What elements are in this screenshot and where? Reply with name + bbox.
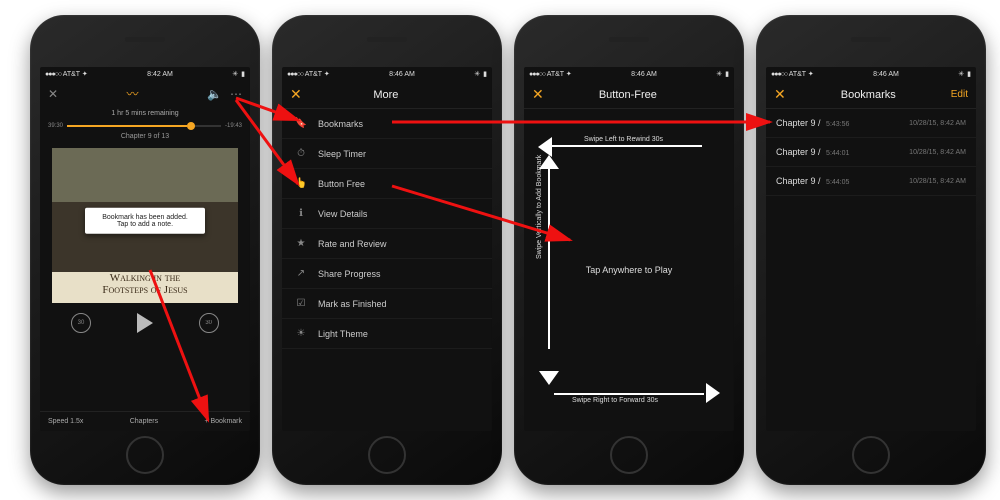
arrow-down-icon	[539, 371, 559, 385]
gesture-area[interactable]: Tap Anywhere to Play Swipe Left to Rewin…	[524, 109, 734, 431]
bookmark-icon: 🔖	[294, 118, 308, 129]
info-icon: ℹ	[294, 208, 308, 219]
remaining-time: -19:43	[225, 123, 242, 129]
menu-item-light-theme[interactable]: ☀ Light Theme	[282, 319, 492, 349]
edit-button[interactable]: Edit	[951, 89, 968, 100]
status-bar: ●●●○○ AT&T ✦ 8:46 AM ✳▮	[282, 67, 492, 81]
close-icon[interactable]: ✕	[774, 86, 786, 103]
chapter-label: Chapter 9 of 13	[40, 131, 250, 142]
more-icon[interactable]: ⋯	[230, 87, 242, 101]
back-30-button[interactable]: 30	[71, 313, 91, 333]
menu-item-mark-finished[interactable]: ☑ Mark as Finished	[282, 289, 492, 319]
screen-player: ●●●○○ AT&T ✦ 8:42 AM ✳▮ ✕ 〰 🔈 ⋯ 1 hr 5 m…	[40, 67, 250, 431]
swipe-left-label: Swipe Left to Rewind 30s	[584, 136, 663, 143]
tap-hint: Tap Anywhere to Play	[586, 265, 673, 275]
screen-button-free: ●●●○○ AT&T ✦ 8:46 AM ✳▮ ✕ Button-Free Ta…	[524, 67, 734, 431]
bookmark-toast[interactable]: Bookmark has been added. Tap to add a no…	[85, 207, 205, 233]
swipe-vertical-label: Swipe Vertically to Add Bookmark	[536, 155, 543, 259]
play-button[interactable]	[137, 313, 153, 333]
menu-item-button-free[interactable]: 👆 Button Free	[282, 169, 492, 199]
volume-icon[interactable]: 🔈	[207, 87, 222, 101]
timer-icon: ⏱	[294, 148, 308, 159]
chapters-button[interactable]: Chapters	[130, 418, 158, 425]
elapsed-time: 39:30	[48, 123, 63, 129]
forward-30-button[interactable]: 30	[199, 313, 219, 333]
touch-icon: 👆	[294, 178, 308, 189]
menu-item-sleep-timer[interactable]: ⏱ Sleep Timer	[282, 139, 492, 169]
close-icon[interactable]: ✕	[48, 87, 58, 101]
page-title: More	[302, 89, 470, 101]
bookmark-row[interactable]: Chapter 9 / 5:43:56 10/28/15, 8:42 AM	[766, 109, 976, 138]
status-bar: ●●●○○ AT&T ✦ 8:46 AM ✳▮	[524, 67, 734, 81]
menu-item-share-progress[interactable]: ↗ Share Progress	[282, 259, 492, 289]
status-bar: ●●●○○ AT&T ✦ 8:46 AM ✳▮	[766, 67, 976, 81]
phone-more-menu: ●●●○○ AT&T ✦ 8:46 AM ✳▮ ✕ More 🔖 Bookmar…	[272, 15, 502, 485]
time-remaining: 1 hr 5 mins remaining	[40, 110, 250, 117]
page-title: Bookmarks	[786, 89, 951, 101]
progress-slider[interactable]	[67, 125, 221, 127]
bookmark-row[interactable]: Chapter 9 / 5:44:05 10/28/15, 8:42 AM	[766, 167, 976, 196]
clock: 8:46 AM	[873, 71, 899, 78]
swipe-right-label: Swipe Right to Forward 30s	[572, 397, 658, 404]
screen-more: ●●●○○ AT&T ✦ 8:46 AM ✳▮ ✕ More 🔖 Bookmar…	[282, 67, 492, 431]
arrow-right-icon	[706, 383, 720, 403]
clock: 8:42 AM	[147, 71, 173, 78]
speed-button[interactable]: Speed 1.5x	[48, 418, 83, 425]
phone-player: ●●●○○ AT&T ✦ 8:42 AM ✳▮ ✕ 〰 🔈 ⋯ 1 hr 5 m…	[30, 15, 260, 485]
star-icon: ★	[294, 238, 308, 249]
close-icon[interactable]: ✕	[532, 86, 544, 103]
check-icon: ☑	[294, 298, 308, 309]
cover-art: Walking in the Footsteps of Jesus Bookma…	[52, 148, 238, 303]
close-icon[interactable]: ✕	[290, 86, 302, 103]
clock: 8:46 AM	[631, 71, 657, 78]
status-bar: ●●●○○ AT&T ✦ 8:42 AM ✳▮	[40, 67, 250, 81]
audible-logo-icon: 〰	[127, 85, 139, 102]
menu-item-bookmarks[interactable]: 🔖 Bookmarks	[282, 109, 492, 139]
sun-icon: ☀	[294, 328, 308, 339]
menu-item-view-details[interactable]: ℹ View Details	[282, 199, 492, 229]
screen-bookmarks: ●●●○○ AT&T ✦ 8:46 AM ✳▮ ✕ Bookmarks Edit…	[766, 67, 976, 431]
menu-item-rate-review[interactable]: ★ Rate and Review	[282, 229, 492, 259]
bookmark-row[interactable]: Chapter 9 / 5:44:01 10/28/15, 8:42 AM	[766, 138, 976, 167]
share-icon: ↗	[294, 268, 308, 279]
phone-button-free: ●●●○○ AT&T ✦ 8:46 AM ✳▮ ✕ Button-Free Ta…	[514, 15, 744, 485]
page-title: Button-Free	[544, 89, 712, 101]
phone-bookmarks: ●●●○○ AT&T ✦ 8:46 AM ✳▮ ✕ Bookmarks Edit…	[756, 15, 986, 485]
clock: 8:46 AM	[389, 71, 415, 78]
add-bookmark-button[interactable]: + Bookmark	[204, 418, 242, 425]
